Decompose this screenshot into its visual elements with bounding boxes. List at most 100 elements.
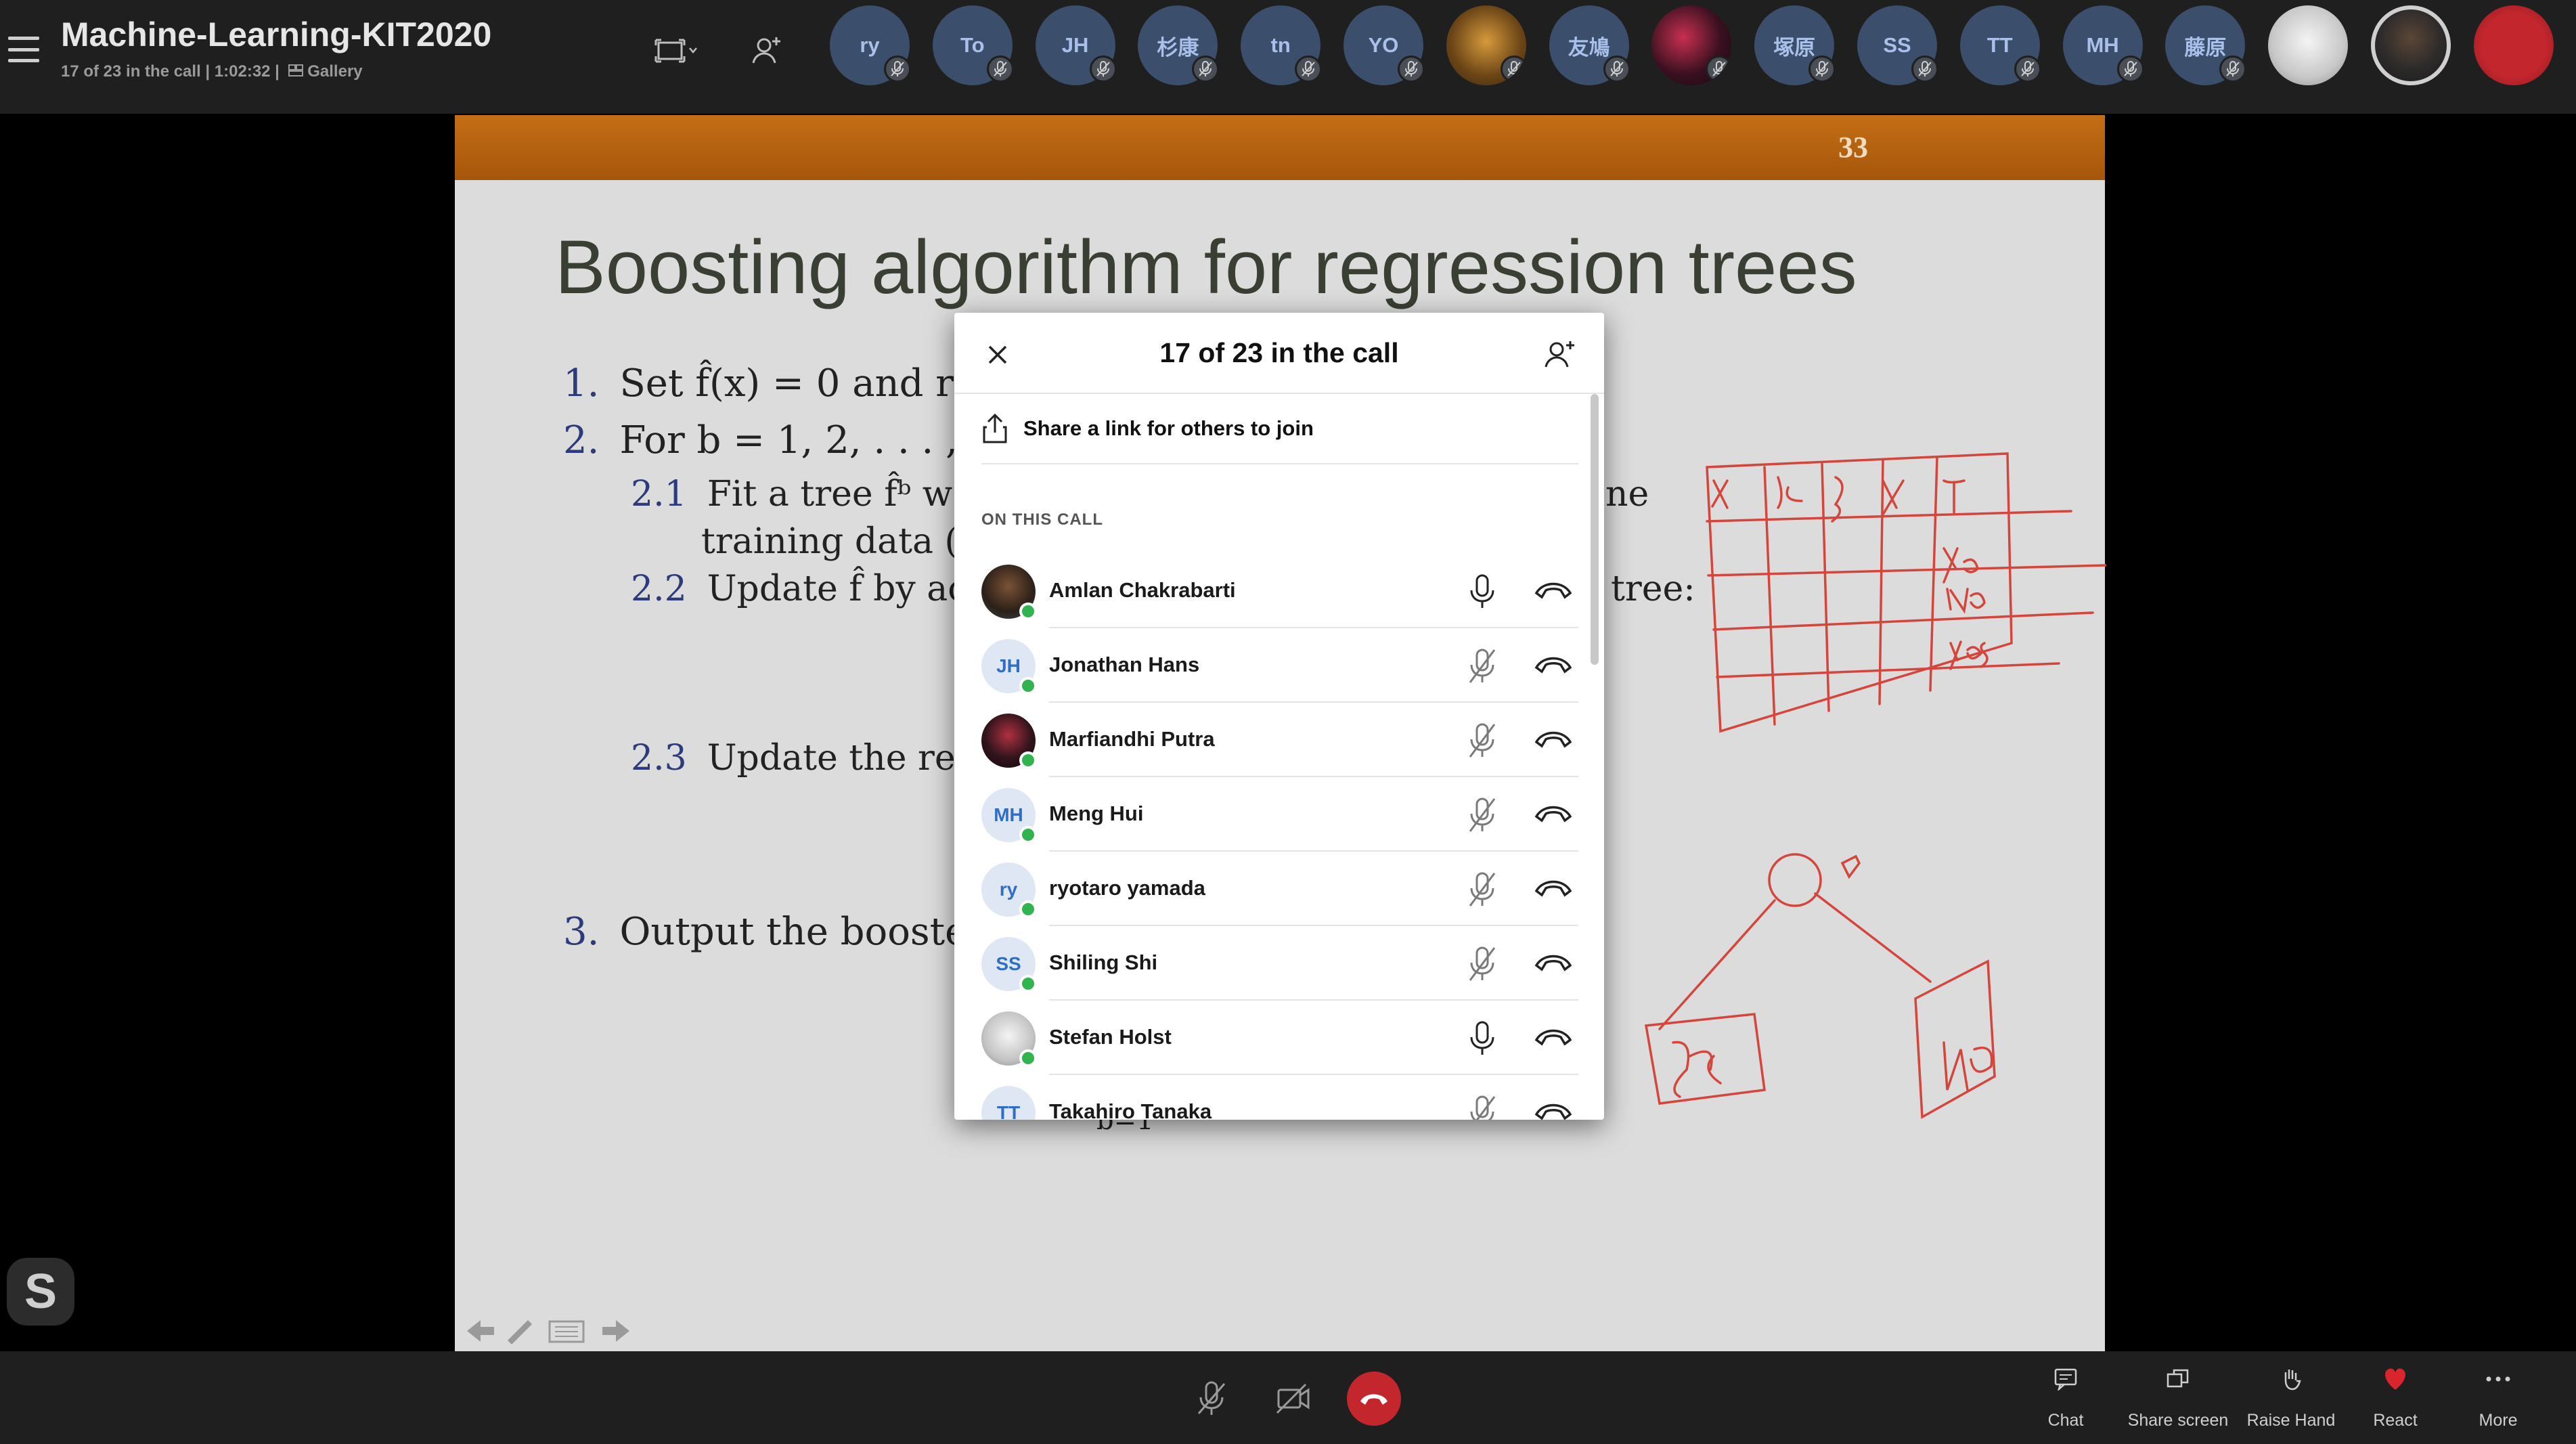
participant-initials: 塚原 xyxy=(1773,35,1816,60)
remove-participant-icon[interactable] xyxy=(1534,800,1573,827)
participant-avatar-photo[interactable] xyxy=(2473,5,2554,85)
slide-line: 3. Output the booste xyxy=(563,910,968,954)
mic-muted-icon[interactable] xyxy=(1465,871,1500,909)
more-button[interactable]: More xyxy=(2444,1368,2552,1430)
participant-initials: 友鳩 xyxy=(1568,35,1610,60)
dialog-title: 17 of 23 in the call xyxy=(1159,337,1399,368)
share-screen-icon xyxy=(2124,1368,2232,1401)
top-bar: Machine-Learning-KIT2020 17 of 23 in the… xyxy=(0,0,2576,114)
participant-avatar[interactable]: SS xyxy=(1857,5,1938,85)
chat-icon xyxy=(2012,1368,2120,1401)
more-icon xyxy=(2444,1368,2552,1401)
participant-initials: MH xyxy=(2086,33,2119,57)
participant-initials: ry xyxy=(999,879,1018,900)
add-person-icon[interactable] xyxy=(1543,337,1578,372)
action-label: Raise Hand xyxy=(2246,1411,2336,1430)
participant-row[interactable]: Amlan Chakrabarti xyxy=(981,554,1578,628)
participant-row[interactable]: ry ryotaro yamada xyxy=(981,852,1578,926)
participant-row[interactable]: SS Shiling Shi xyxy=(981,926,1578,1001)
participant-name: ryotaro yamada xyxy=(1049,876,1205,900)
hamburger-menu-icon[interactable] xyxy=(7,32,41,66)
end-call-button[interactable] xyxy=(1347,1372,1401,1426)
participant-name: Amlan Chakrabarti xyxy=(1049,578,1236,602)
muted-mic-icon xyxy=(1808,56,1836,83)
participant-avatar[interactable]: YO xyxy=(1343,5,1425,85)
participants-dialog: 17 of 23 in the call Share a link for ot… xyxy=(954,313,1604,1120)
participant-avatar[interactable]: MH xyxy=(2062,5,2144,85)
participant-row[interactable]: TT Takahiro Tanaka xyxy=(981,1075,1578,1120)
muted-mic-icon xyxy=(2116,56,2144,83)
share-link-row[interactable]: Share a link for others to join xyxy=(981,394,1578,464)
mic-muted-icon[interactable] xyxy=(1465,647,1500,685)
participant-row[interactable]: Marfiandhi Putra xyxy=(981,703,1578,777)
participant-avatar[interactable]: JH xyxy=(1035,5,1117,85)
pen-icon xyxy=(508,1320,532,1344)
slide-line: 1. Set f̂(x) = 0 and r xyxy=(563,362,954,406)
participant-avatar-photo[interactable] xyxy=(1651,5,1732,85)
add-participant-icon[interactable] xyxy=(743,27,791,74)
participant-initials: TT xyxy=(996,1102,1021,1120)
slide-line: 2.1 Fit a tree f̂ᵇ w xyxy=(631,474,953,515)
chat-button[interactable]: Chat xyxy=(2012,1368,2120,1430)
mic-muted-icon[interactable] xyxy=(1465,945,1500,983)
mic-icon[interactable] xyxy=(1465,573,1500,611)
mic-icon[interactable] xyxy=(1465,1020,1500,1057)
participant-initials: SS xyxy=(1883,33,1911,57)
camera-button[interactable] xyxy=(1263,1372,1324,1426)
muted-mic-icon xyxy=(884,56,911,83)
mic-muted-icon[interactable] xyxy=(1465,1094,1500,1120)
participant-avatar[interactable]: tn xyxy=(1241,5,1323,85)
remove-participant-icon[interactable] xyxy=(1534,651,1573,678)
remove-participant-icon[interactable] xyxy=(1534,949,1573,976)
remove-participant-icon[interactable] xyxy=(1534,577,1573,604)
participant-row[interactable]: MH Meng Hui xyxy=(981,777,1578,852)
participant-initials: YO xyxy=(1368,33,1399,57)
participant-avatar[interactable]: 友鳩 xyxy=(1549,5,1630,85)
participant-avatar[interactable]: 杉康 xyxy=(1138,5,1220,85)
slide-navigation-tools xyxy=(460,1316,636,1346)
participant-initials: 藤原 xyxy=(2184,35,2227,60)
participant-avatar[interactable]: 藤原 xyxy=(2165,5,2247,85)
participant-name: Meng Hui xyxy=(1049,802,1144,825)
remove-participant-icon[interactable] xyxy=(1534,1098,1573,1120)
remove-participant-icon[interactable] xyxy=(1534,875,1573,902)
skype-logo-icon[interactable]: S xyxy=(7,1258,74,1326)
muted-mic-icon xyxy=(1398,56,1425,83)
participant-initials: JH xyxy=(1061,33,1089,57)
participant-row[interactable]: JH Jonathan Hans xyxy=(981,628,1578,703)
participant-initials: TT xyxy=(1986,33,2013,57)
slide-line: 2.2 Update f̂ by ac xyxy=(631,569,968,609)
layout-switch-icon[interactable] xyxy=(653,27,701,74)
participant-name: Jonathan Hans xyxy=(1049,653,1200,676)
muted-mic-icon xyxy=(986,56,1014,83)
remove-participant-icon[interactable] xyxy=(1534,1024,1573,1051)
online-status-icon xyxy=(1019,677,1037,695)
participant-avatar-photo[interactable] xyxy=(2371,5,2451,85)
participant-avatar[interactable]: 塚原 xyxy=(1754,5,1836,85)
online-status-icon xyxy=(1019,1049,1037,1067)
muted-mic-icon xyxy=(1911,56,1938,83)
raise-hand-button[interactable]: Raise Hand xyxy=(2237,1368,2345,1430)
react-button[interactable]: React xyxy=(2341,1368,2449,1430)
call-status-text: 17 of 23 in the call | 1:02:32 | xyxy=(61,62,280,81)
participant-avatar-photo[interactable] xyxy=(1446,5,1526,85)
gallery-label[interactable]: Gallery xyxy=(288,62,363,81)
muted-mic-icon xyxy=(1603,56,1630,83)
scrollbar[interactable] xyxy=(1591,394,1599,665)
action-label: Chat xyxy=(2047,1411,2084,1430)
muted-mic-icon xyxy=(1192,56,1220,83)
participant-avatar-photo[interactable] xyxy=(2268,5,2349,85)
participant-avatar[interactable]: To xyxy=(932,5,1014,85)
mute-microphone-button[interactable] xyxy=(1181,1372,1242,1426)
participant-avatar[interactable]: TT xyxy=(1959,5,2041,85)
mic-muted-icon[interactable] xyxy=(1465,796,1500,834)
slide-header: 33 xyxy=(455,115,2105,180)
mic-muted-icon[interactable] xyxy=(1465,722,1500,760)
participant-avatar[interactable]: ry xyxy=(830,5,911,85)
participant-initials: JH xyxy=(996,655,1021,676)
participant-initials: 杉康 xyxy=(1157,35,1199,60)
share-screen-button[interactable]: Share screen xyxy=(2124,1368,2232,1430)
participant-row[interactable]: Stefan Holst xyxy=(981,1001,1578,1075)
remove-participant-icon[interactable] xyxy=(1534,726,1573,753)
participant-initials: SS xyxy=(996,953,1021,974)
